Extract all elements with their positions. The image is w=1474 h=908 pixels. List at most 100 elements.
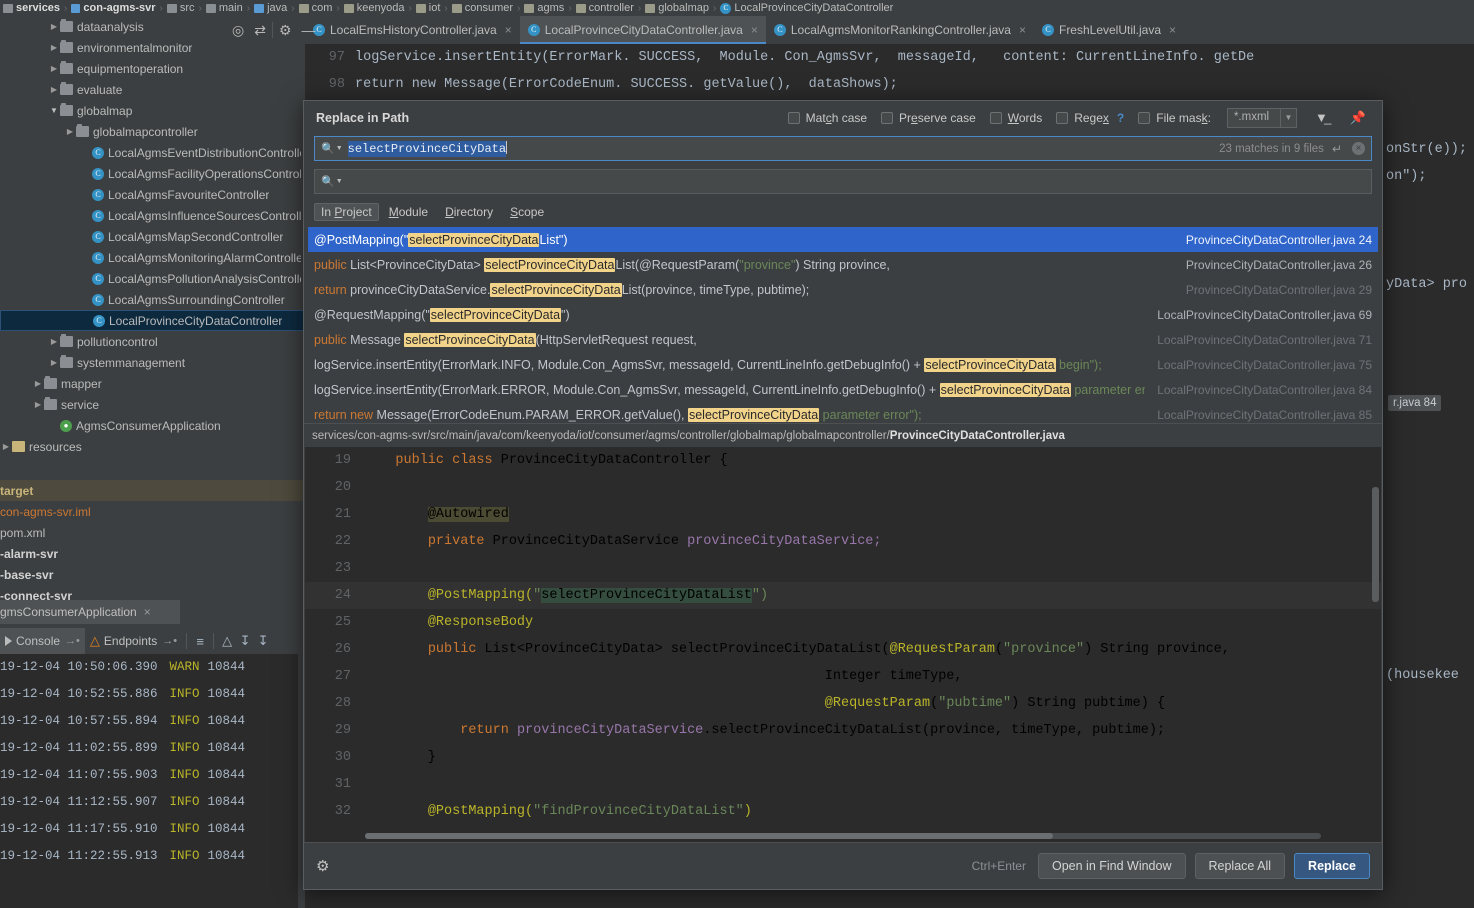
- tree-item-systemmanagement[interactable]: ▶ systemmanagement: [0, 352, 305, 373]
- console-output[interactable]: 19-12-04 10:50:06.390 WARN 10844 19-12-04 1…: [0, 654, 298, 908]
- search-input[interactable]: selectProvinceCityData: [347, 141, 1219, 157]
- soft-wrap-icon[interactable]: ≡: [191, 634, 209, 649]
- breadcrumb-item-con-agms-svr[interactable]: con-agms-svr: [68, 0, 158, 16]
- scope-button-directory[interactable]: Directory: [438, 203, 500, 221]
- chevron-right-icon[interactable]: ▶: [32, 400, 44, 409]
- chevron-right-icon[interactable]: ▶: [48, 85, 60, 94]
- replace-search-icon[interactable]: 🔍 ▼: [321, 175, 343, 188]
- breadcrumb-item-src[interactable]: src: [164, 0, 198, 16]
- scroll-down-icon[interactable]: ↧: [236, 633, 254, 649]
- run-configuration-tab[interactable]: gmsConsumerApplication ×: [0, 600, 180, 624]
- tree-item-mapper[interactable]: ▶ mapper: [0, 373, 305, 394]
- locate-icon[interactable]: ◎: [228, 22, 248, 39]
- editor-tab-localemshistorycontroller-java[interactable]: C LocalEmsHistoryController.java ×: [305, 16, 520, 44]
- checkbox-words[interactable]: Words: [989, 111, 1042, 125]
- replace-field-row[interactable]: 🔍 ▼: [314, 169, 1372, 194]
- search-options[interactable]: Match case Preserve case Words Regex? File m…: [787, 107, 1370, 128]
- search-result-row[interactable]: return new Message(ErrorCodeEnum.PARAM_E…: [308, 402, 1378, 423]
- breadcrumb-item-keenyoda[interactable]: keenyoda: [341, 0, 408, 16]
- checkbox-match-case[interactable]: Match case: [787, 111, 867, 125]
- close-icon[interactable]: ×: [505, 23, 512, 37]
- editor-tab-freshlevelutil-java[interactable]: C FreshLevelUtil.java ×: [1034, 16, 1184, 44]
- open-in-find-window-button[interactable]: Open in Find Window: [1037, 853, 1186, 879]
- tree-item-agmsconsumerapplication[interactable]: ● AgmsConsumerApplication: [0, 415, 305, 436]
- editor-toolbar-icons[interactable]: ◎ ⇄ ⚙ —: [228, 16, 320, 44]
- hide-icon[interactable]: —: [298, 22, 320, 38]
- gear-icon[interactable]: ⚙: [316, 857, 329, 875]
- close-icon[interactable]: ×: [751, 23, 758, 37]
- tree-item-localagmspollutionanalysiscontroller[interactable]: C LocalAgmsPollutionAnalysisController: [0, 268, 305, 289]
- breadcrumb-item-com[interactable]: com: [296, 0, 336, 16]
- breadcrumb-item-java[interactable]: java: [251, 0, 290, 16]
- tree-item-equipmentoperation[interactable]: ▶ equipmentoperation: [0, 58, 305, 79]
- tree-item-localagmsmapsecondcontroller[interactable]: C LocalAgmsMapSecondController: [0, 226, 305, 247]
- tree-item-evaluate[interactable]: ▶ evaluate: [0, 79, 305, 100]
- scroll-to-end-icon[interactable]: ↧: [254, 633, 272, 649]
- tab-console[interactable]: Console →•: [0, 628, 85, 654]
- breadcrumb-item-main[interactable]: main: [203, 0, 246, 16]
- chevron-right-icon[interactable]: ▶: [0, 442, 12, 451]
- checkbox-preserve-case[interactable]: Preserve case: [881, 111, 976, 125]
- breadcrumb-item-agms[interactable]: agms: [521, 0, 567, 16]
- file-mask-combo[interactable]: *.mxml ▼: [1226, 107, 1297, 128]
- tree-item-resources[interactable]: ▶ resources: [0, 436, 305, 457]
- scroll-up-icon[interactable]: △: [218, 633, 236, 649]
- close-icon[interactable]: ×: [1019, 23, 1026, 37]
- tree-item-localagmsmonitoringalarmcontroller[interactable]: C LocalAgmsMonitoringAlarmController: [0, 247, 305, 268]
- checkbox-box[interactable]: [787, 111, 800, 124]
- preview-hscrollbar-thumb[interactable]: [365, 833, 1054, 839]
- editor-tab-localagmsmonitorrankingcontroller-java[interactable]: C LocalAgmsMonitorRankingController.java ×: [766, 16, 1034, 44]
- search-results-list[interactable]: @PostMapping("selectProvinceCityDataList…: [308, 227, 1378, 423]
- scope-selector[interactable]: In Project Module Directory Scope: [304, 194, 1382, 227]
- checkbox-box[interactable]: [989, 111, 1002, 124]
- close-icon[interactable]: ×: [144, 605, 151, 619]
- breadcrumb-item-services[interactable]: services: [0, 0, 63, 16]
- code-preview[interactable]: 19 public class ProvinceCityDataControll…: [305, 447, 1381, 842]
- preview-scrollbar[interactable]: [1372, 487, 1379, 602]
- filter-icon[interactable]: ▼̲: [1311, 110, 1332, 125]
- search-icon[interactable]: 🔍 ▼: [321, 142, 343, 155]
- file-item-target[interactable]: target: [0, 480, 305, 501]
- search-result-row[interactable]: @RequestMapping("selectProvinceCityData"…: [308, 302, 1378, 327]
- checkbox-box[interactable]: [1138, 111, 1151, 124]
- file-item--base-svr[interactable]: -base-svr: [0, 564, 305, 585]
- collapse-all-icon[interactable]: ⇄: [250, 22, 270, 39]
- replace-all-button[interactable]: Replace All: [1194, 853, 1286, 879]
- breadcrumb-item-controller[interactable]: controller: [573, 0, 637, 16]
- editor-tab-localprovincecitydatacontroller-java[interactable]: C LocalProvinceCityDataController.java ×: [519, 16, 766, 44]
- search-result-row[interactable]: @PostMapping("selectProvinceCityDataList…: [308, 227, 1378, 252]
- tree-item-localagmseventdistributioncontroller[interactable]: C LocalAgmsEventDistributionController: [0, 142, 305, 163]
- chevron-down-icon[interactable]: ▼: [48, 106, 60, 115]
- checkbox-box[interactable]: [1056, 111, 1069, 124]
- file-item--alarm-svr[interactable]: -alarm-svr: [0, 543, 305, 564]
- tree-item-service[interactable]: ▶ service: [0, 394, 305, 415]
- tree-item-globalmap[interactable]: ▼ globalmap: [0, 100, 305, 121]
- checkbox-file-mask[interactable]: File mask:: [1138, 111, 1211, 125]
- file-item-con-agms-svr-iml[interactable]: con-agms-svr.iml: [0, 501, 305, 522]
- checkbox-regex[interactable]: Regex?: [1056, 111, 1124, 125]
- breadcrumb-item-localprovincecitydatacontroller[interactable]: C LocalProvinceCityDataController: [717, 0, 896, 16]
- preview-hscrollbar[interactable]: [365, 833, 1321, 839]
- scope-button-in-project[interactable]: In Project: [314, 203, 379, 221]
- chevron-right-icon[interactable]: ▶: [48, 64, 60, 73]
- tree-item-pollutioncontrol[interactable]: ▶ pollutioncontrol: [0, 331, 305, 352]
- replace-button[interactable]: Replace: [1294, 853, 1370, 879]
- breadcrumb-item-consumer[interactable]: consumer: [449, 0, 516, 16]
- search-result-row[interactable]: public List<ProvinceCityData> selectProv…: [308, 252, 1378, 277]
- checkbox-box[interactable]: [881, 111, 894, 124]
- breadcrumb-item-iot[interactable]: iot: [413, 0, 444, 16]
- tree-item-localprovincecitydatacontroller[interactable]: C LocalProvinceCityDataController: [0, 310, 305, 331]
- tree-item-globalmapcontroller[interactable]: ▶ globalmapcontroller: [0, 121, 305, 142]
- file-item-pom-xml[interactable]: pom.xml: [0, 522, 305, 543]
- return-icon[interactable]: ↵: [1332, 142, 1342, 156]
- chevron-right-icon[interactable]: ▶: [48, 22, 60, 31]
- tree-item-localagmsfavouritecontroller[interactable]: C LocalAgmsFavouriteController: [0, 184, 305, 205]
- chevron-right-icon[interactable]: ▶: [48, 43, 60, 52]
- search-result-row[interactable]: public Message selectProvinceCityData(Ht…: [308, 327, 1378, 352]
- tab-endpoints[interactable]: △ Endpoints →•: [85, 628, 182, 654]
- chevron-right-icon[interactable]: ▶: [48, 337, 60, 346]
- search-field-row[interactable]: 🔍 ▼ selectProvinceCityData 23 matches in …: [314, 136, 1372, 161]
- chevron-right-icon[interactable]: ▶: [64, 127, 76, 136]
- clear-icon[interactable]: ×: [1352, 142, 1365, 155]
- breadcrumb-item-globalmap[interactable]: globalmap: [642, 0, 712, 16]
